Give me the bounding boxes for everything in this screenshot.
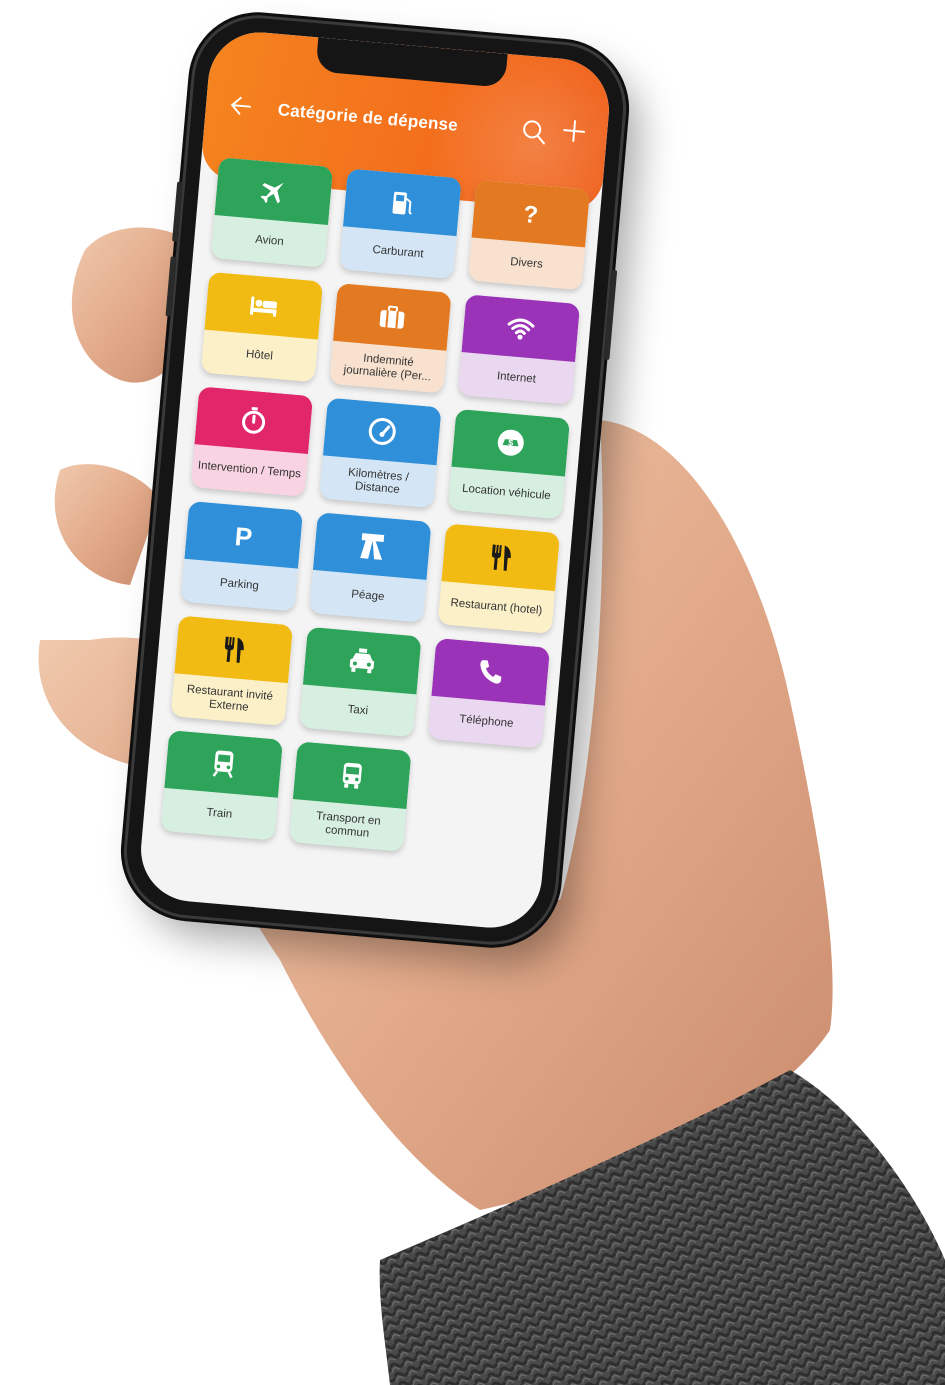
category-label: Parking xyxy=(219,576,260,593)
category-label: Train xyxy=(205,806,233,821)
category-label: Indemnité journalière (Per... xyxy=(343,352,432,383)
category-tile[interactable]: Internet xyxy=(457,294,581,405)
category-tile[interactable]: Indemnité journalière (Per... xyxy=(329,283,452,394)
arrow-left-icon xyxy=(230,96,252,115)
phone-device: Catégorie de dépense Avion Carburant? Dive… xyxy=(121,12,629,948)
category-tile[interactable]: Téléphone xyxy=(427,637,551,749)
category-tile[interactable]: Train xyxy=(160,730,283,841)
category-tile[interactable]: Taxi xyxy=(299,626,422,738)
page-title: Catégorie de dépense xyxy=(277,100,459,135)
category-tile[interactable]: Hôtel xyxy=(200,271,324,383)
category-label: Divers xyxy=(509,255,544,271)
category-tile[interactable]: Transport en commun xyxy=(289,741,412,852)
category-tile-header xyxy=(431,637,551,706)
suitcase-icon xyxy=(379,305,405,329)
category-label: Péage xyxy=(350,588,385,604)
category-grid: Avion Carburant? Divers Hôtel Indemnité jour… xyxy=(160,157,591,862)
category-tile[interactable]: Restaurant invité Externe xyxy=(170,615,294,727)
category-tile[interactable]: Avion xyxy=(210,157,334,268)
category-label: Intervention / Temps xyxy=(197,459,302,481)
category-tile[interactable]: Kilomètres / Distance xyxy=(319,397,442,509)
back-button[interactable] xyxy=(227,92,259,121)
speedometer-icon xyxy=(368,417,396,445)
category-tile-header xyxy=(164,730,283,798)
category-tile[interactable]: P Parking xyxy=(180,500,304,612)
add-button[interactable] xyxy=(560,117,589,149)
category-tile-header xyxy=(194,386,314,455)
fork-knife-icon xyxy=(491,544,511,571)
question-icon: ? xyxy=(522,201,539,229)
svg-text:?: ? xyxy=(522,201,539,229)
search-icon xyxy=(523,120,545,145)
fuel-pump-icon xyxy=(392,191,412,215)
plus-icon xyxy=(563,120,586,142)
bus-icon xyxy=(342,762,362,789)
category-tile-header: ? xyxy=(471,179,591,248)
category-tile[interactable]: Intervention / Temps xyxy=(190,386,314,497)
category-tile-header xyxy=(174,615,294,684)
category-tile[interactable]: Péage xyxy=(309,512,432,623)
category-tile-header xyxy=(214,157,334,225)
category-tile-header xyxy=(342,168,462,237)
finger-shape-2 xyxy=(54,464,160,585)
category-label: Kilomètres / Distance xyxy=(347,466,410,496)
category-tile-header: $ xyxy=(451,408,571,477)
category-label: Taxi xyxy=(347,703,369,718)
category-tile[interactable]: ? Divers xyxy=(467,179,591,291)
car-rental-icon: $ xyxy=(497,429,524,456)
category-tile[interactable]: Restaurant (hotel) xyxy=(437,523,561,634)
category-tile-header xyxy=(461,294,581,362)
category-label: Carburant xyxy=(371,243,424,261)
category-label: Internet xyxy=(496,370,537,386)
category-tile-header xyxy=(312,512,432,580)
category-label: Restaurant (hotel) xyxy=(450,597,543,618)
category-tile-header: P xyxy=(184,500,304,569)
category-tile-header xyxy=(332,283,452,351)
category-label: Location véhicule xyxy=(461,482,552,503)
stopwatch-icon xyxy=(242,406,266,434)
phone-icon xyxy=(480,660,502,684)
train-icon xyxy=(212,750,234,779)
category-label: Avion xyxy=(254,233,285,249)
svg-text:$: $ xyxy=(508,437,514,447)
search-button[interactable] xyxy=(520,117,548,145)
category-tile-header xyxy=(322,397,442,466)
taxi-icon xyxy=(349,648,375,674)
toll-road-icon xyxy=(360,533,385,560)
category-label: Téléphone xyxy=(458,713,514,730)
category-tile[interactable]: Carburant xyxy=(339,168,462,280)
category-label: Hôtel xyxy=(245,348,274,363)
category-label: Transport en commun xyxy=(315,809,382,840)
category-tile-header xyxy=(292,741,412,809)
parking-icon: P xyxy=(234,521,254,552)
bed-icon xyxy=(249,296,277,317)
phone-screen: Catégorie de dépense Avion Carburant? Dive… xyxy=(136,28,614,932)
svg-text:P: P xyxy=(234,521,254,552)
fork-knife-icon xyxy=(224,636,244,663)
category-tile-header xyxy=(441,523,561,592)
plane-icon xyxy=(260,182,284,204)
category-tile-header xyxy=(204,271,324,340)
category-label: Restaurant invité Externe xyxy=(186,682,274,714)
category-tile-header xyxy=(302,626,422,695)
category-tile[interactable]: $ Location véhicule xyxy=(447,408,571,520)
wifi-icon xyxy=(507,318,535,340)
